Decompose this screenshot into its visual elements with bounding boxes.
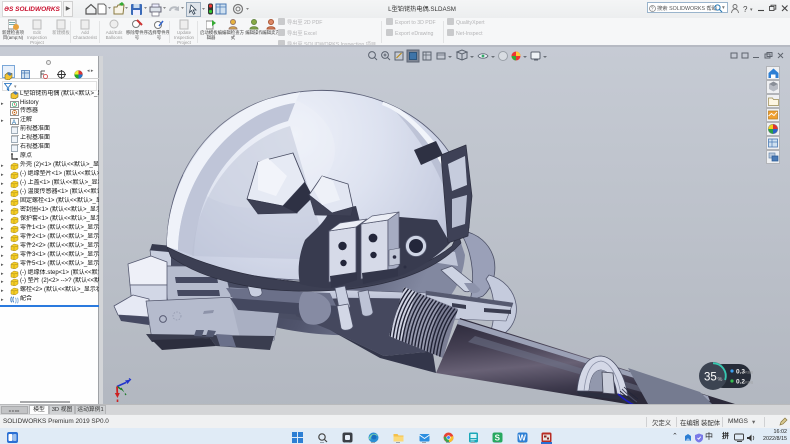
svg-text:0.3: 0.3 xyxy=(736,369,745,376)
svg-text:0.2: 0.2 xyxy=(736,379,745,386)
svg-text:?: ? xyxy=(743,5,748,14)
svg-text:KB/s: KB/s xyxy=(745,381,753,385)
svg-text:▾: ▾ xyxy=(750,7,753,13)
svg-text:KB/s: KB/s xyxy=(745,371,753,375)
svg-text:?: ? xyxy=(651,6,654,12)
svg-text:35: 35 xyxy=(704,372,717,384)
svg-text:%: % xyxy=(718,377,723,383)
